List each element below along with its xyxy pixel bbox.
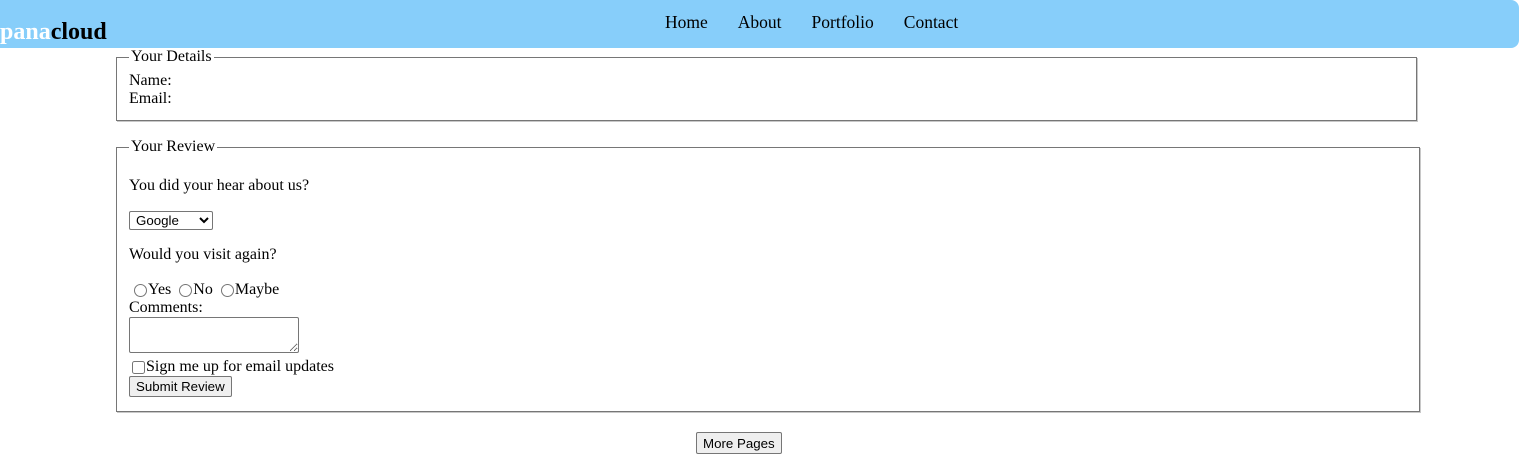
visit-radio-group: Yes No Maybe (129, 281, 1407, 299)
more-pages-button[interactable]: More Pages (696, 432, 782, 454)
radio-yes[interactable] (134, 283, 147, 297)
radio-maybe[interactable] (220, 283, 234, 297)
signup-row: Sign me up for email updates (129, 358, 1407, 376)
logo-part-cloud: cloud (50, 19, 107, 45)
review-fieldset: Your Review You did your hear about us? … (116, 138, 1420, 412)
submit-review-button[interactable]: Submit Review (129, 376, 232, 397)
comments-textarea[interactable] (129, 317, 299, 353)
review-legend: Your Review (131, 138, 216, 155)
email-label: Email: (129, 90, 172, 107)
radio-maybe-label: Maybe (234, 281, 280, 298)
radio-yes-label: Yes (148, 281, 172, 298)
visit-question: Would you visit again? (129, 246, 277, 263)
logo-part-pana: pana (0, 19, 51, 45)
nav-home[interactable]: Home (655, 11, 708, 33)
logo: panacloud (0, 16, 107, 48)
source-select[interactable]: Google (129, 211, 213, 230)
details-fieldset: Your Details Name: Email: (116, 48, 1417, 121)
radio-no[interactable] (179, 283, 193, 297)
nav-about[interactable]: About (728, 11, 782, 33)
nav-contact[interactable]: Contact (894, 11, 958, 33)
details-legend: Your Details (131, 48, 212, 65)
signup-checkbox[interactable] (132, 360, 145, 374)
signup-label: Sign me up for email updates (146, 358, 334, 375)
main-nav: Home About Portfolio Contact (655, 11, 958, 33)
source-question: You did your hear about us? (129, 177, 310, 194)
name-label: Name: (129, 72, 172, 89)
radio-no-label: No (193, 281, 213, 298)
comments-label: Comments: (129, 299, 203, 316)
header-bar: panacloud Home About Portfolio Contact (0, 0, 1519, 48)
nav-portfolio[interactable]: Portfolio (802, 11, 874, 33)
